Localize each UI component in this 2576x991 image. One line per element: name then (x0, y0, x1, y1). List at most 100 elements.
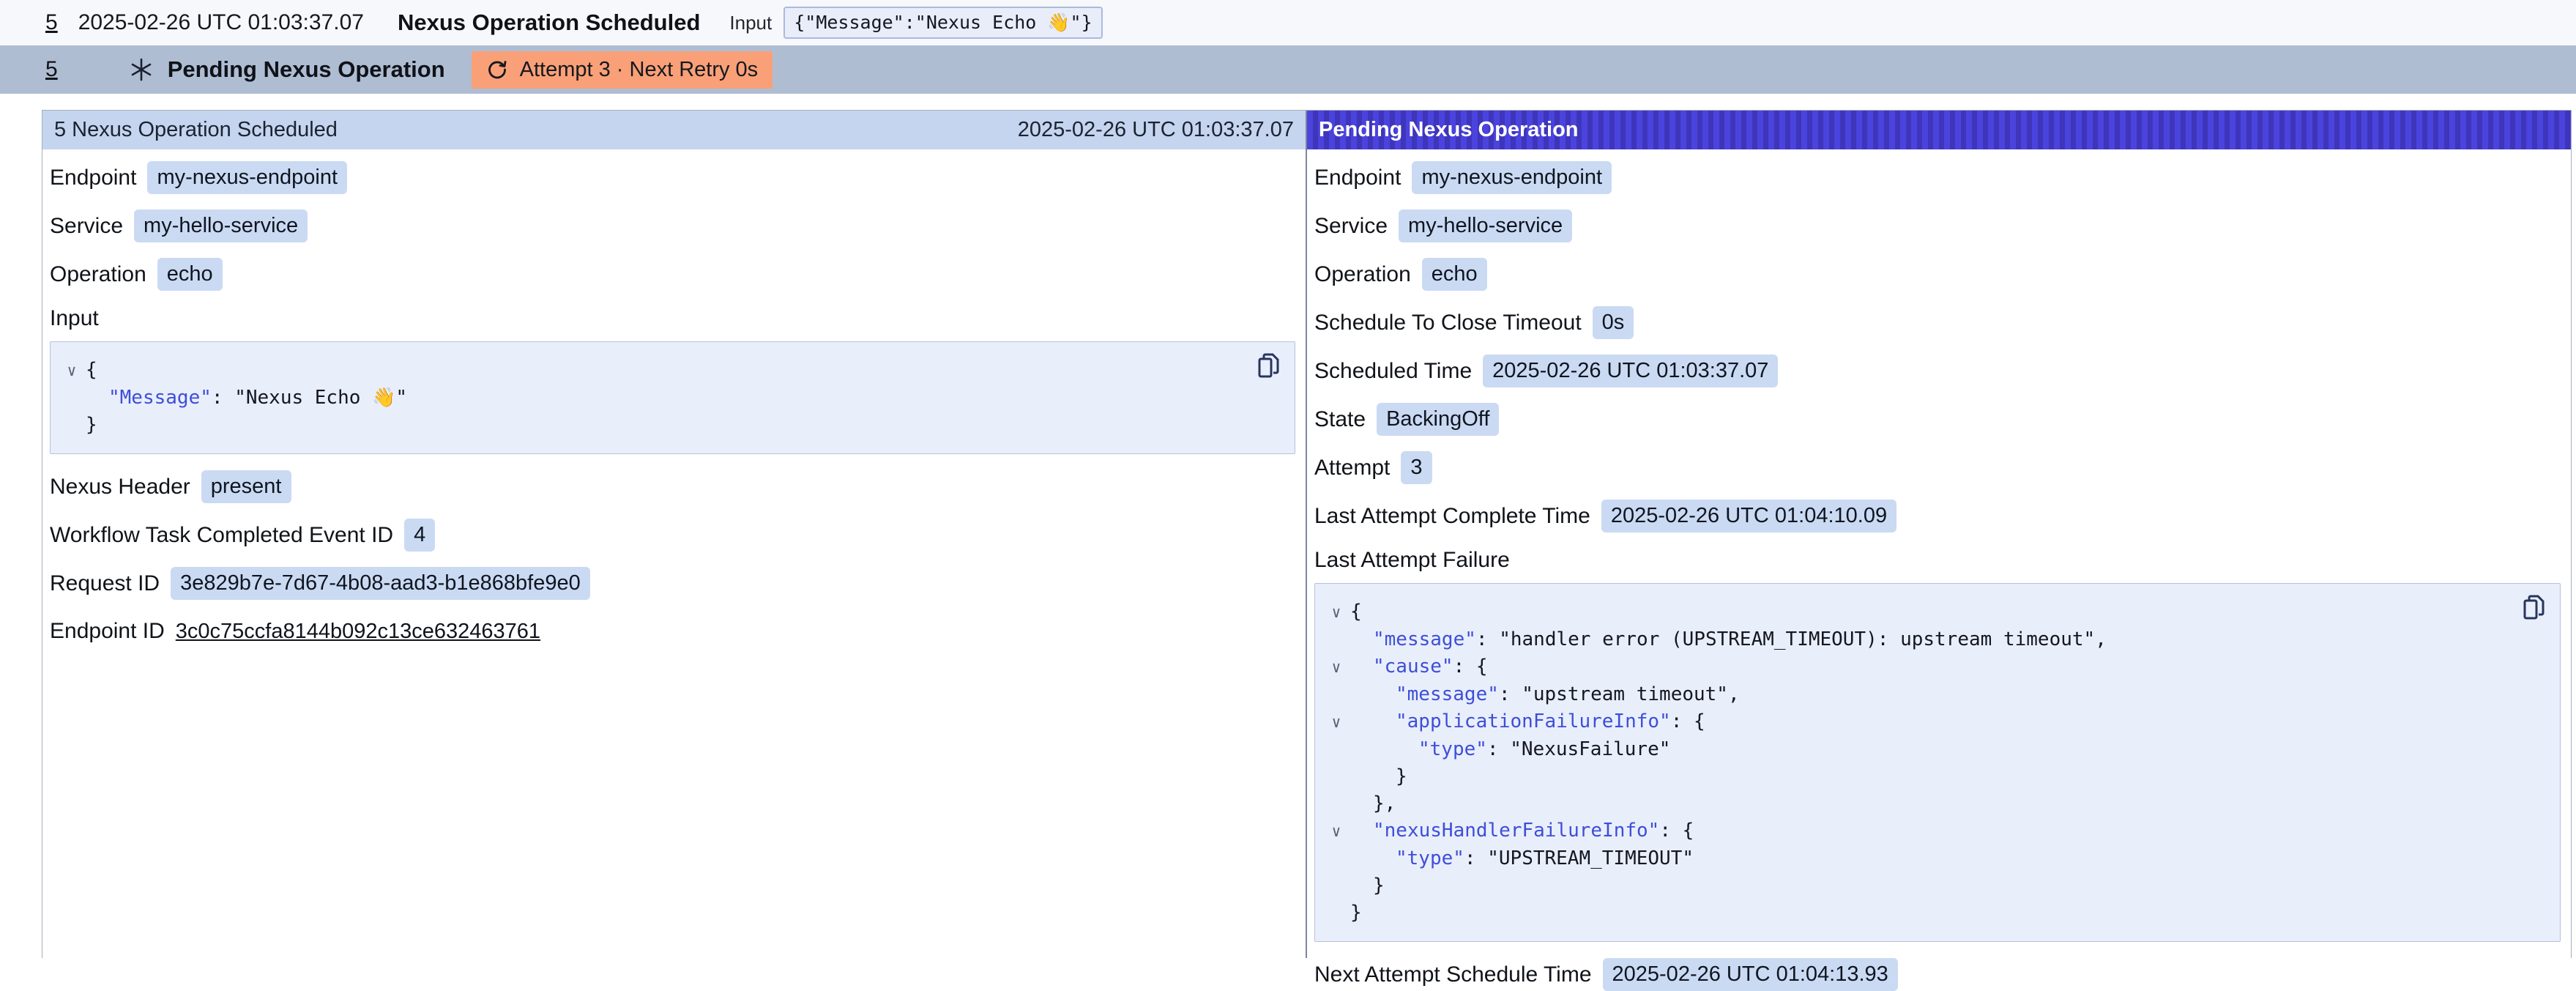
code-line: "message": "upstream timeout", (1322, 681, 2509, 708)
row-schedule-to-close-timeout: Schedule To Close Timeout 0s (1314, 306, 2564, 339)
input-section-label: Input (50, 306, 1298, 331)
left-panel-title: 5 Nexus Operation Scheduled (54, 118, 338, 142)
row-endpoint: Endpoint my-nexus-endpoint (50, 161, 1298, 194)
schedule-to-close-timeout-label: Schedule To Close Timeout (1314, 311, 1582, 335)
left-panel-header: 5 Nexus Operation Scheduled 2025-02-26 U… (42, 111, 1306, 149)
row-attempt: Attempt 3 (1314, 451, 2564, 484)
endpoint-id-label: Endpoint ID (50, 619, 165, 644)
attempt-label: Attempt (1314, 456, 1390, 480)
row-nexus-header: Nexus Header present (50, 470, 1298, 503)
pending-asterisk-icon (128, 56, 155, 83)
row-service: Service my-hello-service (50, 209, 1298, 242)
next-attempt-schedule-time-label: Next Attempt Schedule Time (1314, 962, 1592, 987)
schedule-to-close-timeout-badge: 0s (1593, 306, 1634, 339)
copy-icon[interactable] (1257, 352, 1281, 380)
retry-icon (486, 59, 508, 81)
event-row-scheduled[interactable]: 5 2025-02-26 UTC 01:03:37.07 Nexus Opera… (0, 0, 2576, 45)
input-json-viewer: ∨{"Message": "Nexus Echo 👋"} (50, 341, 1295, 454)
event-id-link[interactable]: 5 (45, 10, 58, 35)
retry-attempt-badge: Attempt 3 · Next Retry 0s (472, 51, 773, 89)
code-text: "cause": { (1350, 653, 1488, 680)
code-text: "message": "handler error (UPSTREAM_TIME… (1350, 626, 2107, 653)
right-panel-title: Pending Nexus Operation (1319, 118, 1579, 142)
input-label: Input (729, 12, 772, 34)
code-text: { (86, 357, 97, 384)
endpoint-id-link[interactable]: 3c0c75ccfa8144b092c13ce632463761 (176, 620, 540, 644)
row-service: Service my-hello-service (1314, 209, 2564, 242)
copy-icon[interactable] (2522, 594, 2547, 622)
collapse-chevron-icon[interactable]: ∨ (1322, 654, 1350, 681)
row-request-id: Request ID 3e829b7e-7d67-4b08-aad3-b1e86… (50, 567, 1298, 600)
last-attempt-failure-json-viewer: ∨{"message": "handler error (UPSTREAM_TI… (1314, 583, 2561, 942)
endpoint-value-badge: my-nexus-endpoint (147, 161, 347, 194)
code-line: "type": "NexusFailure" (1322, 736, 2509, 763)
code-text: { (1350, 598, 1362, 626)
collapse-chevron-icon[interactable]: ∨ (58, 357, 86, 385)
state-badge: BackingOff (1377, 403, 1499, 436)
left-panel-timestamp: 2025-02-26 UTC 01:03:37.07 (1018, 118, 1294, 142)
endpoint-label: Endpoint (50, 166, 136, 190)
row-operation: Operation echo (50, 258, 1298, 291)
code-text: "applicationFailureInfo": { (1350, 708, 1705, 735)
service-value-badge: my-hello-service (134, 209, 308, 242)
code-text: "message": "upstream timeout", (1350, 681, 1740, 708)
row-wft-completed-event-id: Workflow Task Completed Event ID 4 (50, 519, 1298, 552)
event-row-pending[interactable]: 5 Pending Nexus Operation Attempt 3 · Ne… (0, 45, 2576, 94)
collapse-chevron-icon[interactable]: ∨ (1322, 709, 1350, 736)
code-line: }, (1322, 790, 2509, 817)
code-line: "type": "UPSTREAM_TIMEOUT" (1322, 845, 2509, 872)
state-label: State (1314, 407, 1366, 432)
event-title: Nexus Operation Scheduled (398, 10, 700, 36)
retry-badge-text: Attempt 3 · Next Retry 0s (520, 58, 759, 82)
row-operation: Operation echo (1314, 258, 2564, 291)
code-text: "Message": "Nexus Echo 👋" (86, 385, 407, 412)
row-next-attempt-schedule-time: Next Attempt Schedule Time 2025-02-26 UT… (1314, 958, 2564, 991)
last-attempt-failure-label: Last Attempt Failure (1314, 548, 2564, 573)
code-text: } (1350, 899, 1362, 927)
operation-label: Operation (50, 262, 146, 287)
code-text: "type": "UPSTREAM_TIMEOUT" (1350, 845, 1694, 872)
wft-completed-event-id-badge: 4 (404, 519, 435, 552)
row-endpoint: Endpoint my-nexus-endpoint (1314, 161, 2564, 194)
endpoint-label: Endpoint (1314, 166, 1401, 190)
service-label: Service (1314, 214, 1388, 239)
nexus-header-label: Nexus Header (50, 475, 190, 500)
right-panel-header: Pending Nexus Operation (1307, 111, 2571, 149)
endpoint-value-badge: my-nexus-endpoint (1412, 161, 1612, 194)
code-line: ∨"cause": { (1322, 653, 2509, 681)
last-attempt-complete-time-badge: 2025-02-26 UTC 01:04:10.09 (1601, 500, 1896, 532)
code-line: } (1322, 763, 2509, 790)
scheduled-time-label: Scheduled Time (1314, 359, 1472, 384)
next-attempt-schedule-time-badge: 2025-02-26 UTC 01:04:13.93 (1603, 958, 1898, 991)
code-line: } (1322, 899, 2509, 927)
service-value-badge: my-hello-service (1399, 209, 1572, 242)
request-id-label: Request ID (50, 571, 160, 596)
pending-event-title: Pending Nexus Operation (168, 56, 445, 83)
nexus-header-value-badge: present (201, 470, 291, 503)
last-attempt-complete-time-label: Last Attempt Complete Time (1314, 504, 1590, 529)
pending-event-id-link[interactable]: 5 (45, 57, 58, 82)
code-line: ∨{ (58, 357, 1243, 385)
code-text: } (1350, 872, 1385, 899)
operation-value-badge: echo (157, 258, 223, 291)
row-scheduled-time: Scheduled Time 2025-02-26 UTC 01:03:37.0… (1314, 355, 2564, 387)
code-line: "message": "handler error (UPSTREAM_TIME… (1322, 626, 2509, 653)
code-text: } (86, 412, 97, 439)
collapse-chevron-icon[interactable]: ∨ (1322, 818, 1350, 845)
row-state: State BackingOff (1314, 403, 2564, 436)
code-text: }, (1350, 790, 1396, 817)
code-line: "Message": "Nexus Echo 👋" (58, 385, 1243, 412)
input-preview-chip[interactable]: {"Message":"Nexus Echo 👋"} (783, 7, 1102, 39)
attempt-badge: 3 (1401, 451, 1432, 484)
service-label: Service (50, 214, 123, 239)
event-details-container: 5 Nexus Operation Scheduled 2025-02-26 U… (42, 110, 2572, 958)
operation-label: Operation (1314, 262, 1411, 287)
code-line: ∨{ (1322, 598, 2509, 626)
panel-nexus-operation-scheduled: 5 Nexus Operation Scheduled 2025-02-26 U… (42, 111, 1307, 958)
wft-completed-event-id-label: Workflow Task Completed Event ID (50, 523, 393, 548)
collapse-chevron-icon[interactable]: ∨ (1322, 599, 1350, 626)
code-line: ∨"nexusHandlerFailureInfo": { (1322, 817, 2509, 845)
code-line: } (58, 412, 1243, 439)
operation-value-badge: echo (1422, 258, 1487, 291)
request-id-badge: 3e829b7e-7d67-4b08-aad3-b1e868bfe9e0 (171, 567, 590, 600)
